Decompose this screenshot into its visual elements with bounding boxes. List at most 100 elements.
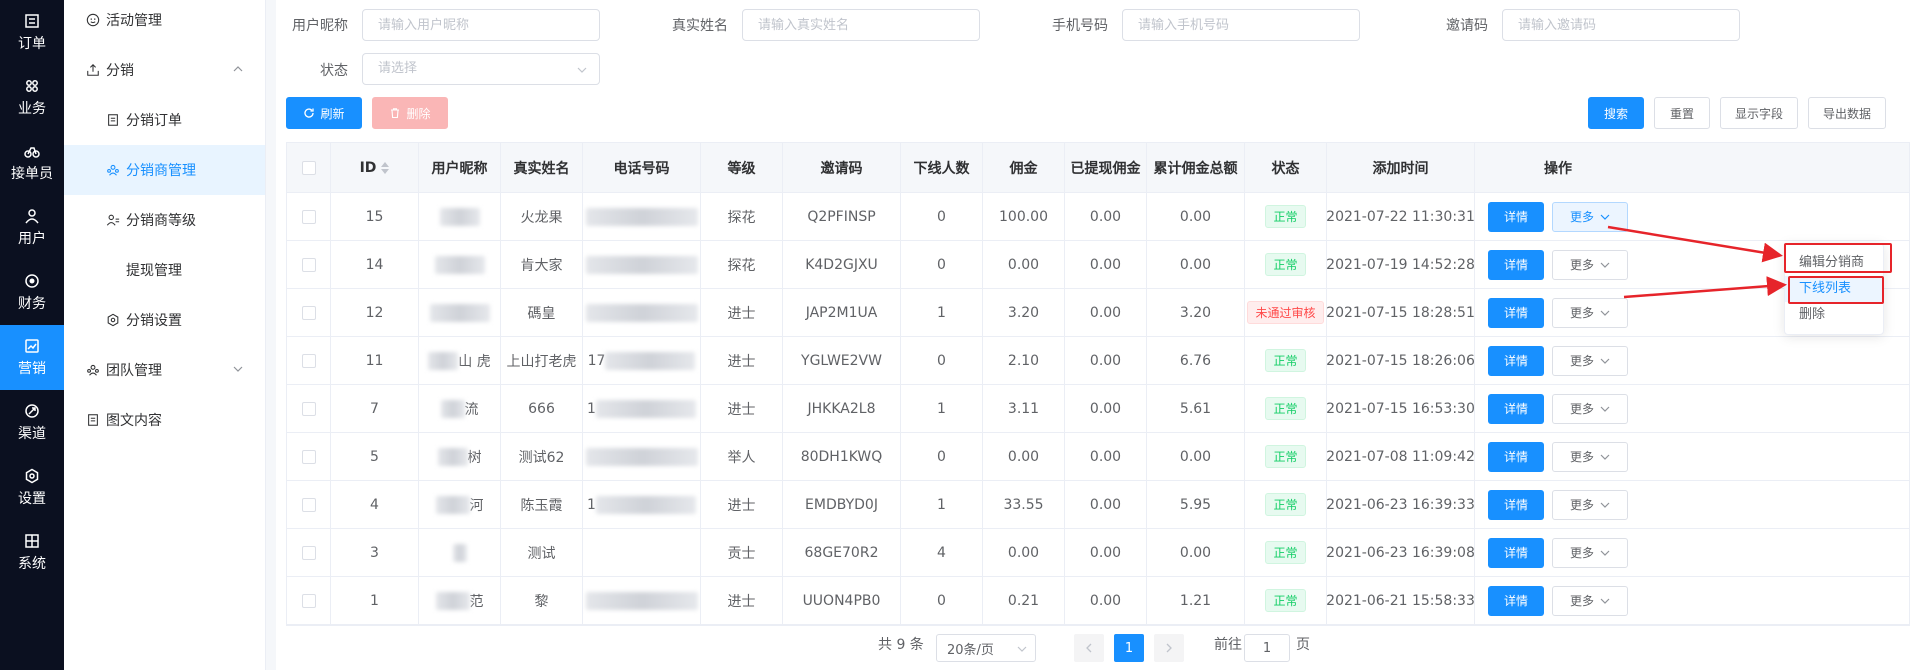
rail-item-settings[interactable]: 设置 (0, 455, 64, 520)
status-select[interactable]: 请选择 (362, 53, 600, 85)
rail-item-label: 用户 (18, 230, 46, 247)
rail-item-bike[interactable]: 接单员 (0, 130, 64, 195)
phone-input[interactable] (1122, 9, 1360, 41)
dropdown-item-delete[interactable]: 删除 (1785, 302, 1883, 328)
table-cell (419, 529, 501, 576)
goto-page-input[interactable] (1244, 634, 1290, 662)
cell-downline-count: 0 (937, 448, 946, 465)
row-checkbox[interactable] (301, 497, 316, 512)
column-header-label: 等级 (727, 160, 756, 177)
status-badge: 未通过审核 (1247, 301, 1324, 324)
user-icon (25, 208, 39, 223)
table-cell: 上山打老虎 (501, 337, 583, 384)
table-cell: 进士 (701, 289, 783, 336)
column-header[interactable]: ID (331, 143, 419, 192)
export-button[interactable]: 导出数据 (1808, 97, 1886, 129)
detail-button[interactable]: 详情 (1488, 345, 1544, 376)
rail-item-business[interactable]: 业务 (0, 65, 64, 130)
detail-button[interactable]: 详情 (1488, 441, 1544, 472)
rail-item-order[interactable]: 订单 (0, 0, 64, 65)
row-checkbox[interactable] (301, 209, 316, 224)
column-header: 邀请码 (783, 143, 901, 192)
bike-icon (24, 146, 40, 158)
table-cell (287, 193, 331, 240)
row-checkbox[interactable] (301, 401, 316, 416)
more-button[interactable]: 更多 (1552, 393, 1628, 424)
more-button[interactable]: 更多 (1552, 537, 1628, 568)
delete-label: 删除 (406, 106, 431, 121)
detail-button[interactable]: 详情 (1488, 201, 1544, 232)
system-icon (25, 533, 39, 548)
sidebar-item-distributor-management[interactable]: 分销商管理 (64, 145, 265, 195)
rail-item-user[interactable]: 用户 (0, 195, 64, 260)
row-checkbox[interactable] (301, 593, 316, 608)
column-header: 状态 (1245, 143, 1327, 192)
table-cell: 陈玉霞 (501, 481, 583, 528)
row-checkbox[interactable] (301, 545, 316, 560)
row-checkbox[interactable] (301, 257, 316, 272)
rail-item-label: 营销 (18, 360, 46, 377)
realname-input[interactable] (742, 9, 980, 41)
search-button[interactable]: 搜索 (1588, 97, 1644, 129)
sidebar-item-distribution-orders[interactable]: 分销订单 (64, 95, 265, 145)
sort-icon[interactable] (381, 161, 390, 174)
sidebar-item-article-content[interactable]: 图文内容 (64, 395, 265, 445)
status-badge: 正常 (1265, 589, 1306, 612)
cell-downline-count: 1 (937, 304, 946, 321)
table-cell: 1.21 (1147, 577, 1245, 624)
sidebar-group-team[interactable]: 团队管理 (64, 345, 265, 395)
table-cell: 4 (331, 481, 419, 528)
cell-level: 贡士 (727, 545, 756, 562)
refresh-button[interactable]: 刷新 (286, 97, 362, 129)
cell-commission: 33.55 (1003, 496, 1044, 513)
row-checkbox[interactable] (301, 449, 316, 464)
more-button[interactable]: 更多 (1552, 345, 1628, 376)
detail-button[interactable]: 详情 (1488, 249, 1544, 280)
detail-button[interactable]: 详情 (1488, 393, 1544, 424)
row-checkbox[interactable] (301, 353, 316, 368)
status-badge: 正常 (1265, 445, 1306, 468)
more-button[interactable]: 更多 (1552, 585, 1628, 616)
page-number-current[interactable]: 1 (1114, 634, 1144, 662)
next-page-button[interactable] (1154, 634, 1184, 662)
column-header-label: 佣金 (1009, 160, 1038, 177)
chevron-down-icon (1600, 550, 1610, 556)
prev-page-button[interactable] (1074, 634, 1104, 662)
rail-item-finance[interactable]: 财务 (0, 260, 64, 325)
detail-button[interactable]: 详情 (1488, 585, 1544, 616)
document-icon (108, 114, 118, 126)
invite-code-input[interactable] (1502, 9, 1740, 41)
delete-button[interactable]: 删除 (372, 97, 448, 129)
more-button[interactable]: 更多 (1552, 489, 1628, 520)
sidebar-item-activity[interactable]: 活动管理 (64, 0, 265, 45)
more-button[interactable]: 更多 (1552, 441, 1628, 472)
nickname-input[interactable] (362, 9, 600, 41)
sidebar-item-distribution-settings[interactable]: 分销设置 (64, 295, 265, 345)
rail-item-channel[interactable]: 渠道 (0, 390, 64, 455)
table-cell: 正常 (1245, 193, 1327, 240)
sidebar-item-withdraw-management[interactable]: 提现管理 (64, 245, 265, 295)
reset-button[interactable]: 重置 (1654, 97, 1710, 129)
select-all-checkbox[interactable] (301, 160, 316, 175)
status-badge: 正常 (1265, 493, 1306, 516)
detail-button[interactable]: 详情 (1488, 537, 1544, 568)
chevron-down-icon (1017, 646, 1027, 652)
header-select-all[interactable] (287, 143, 331, 192)
sub-sidebar: 活动管理 分销 分销订单 分销商管理 分销商等级 提现管理 分销设置 团队管理 … (64, 0, 266, 670)
rail-item-system[interactable]: 系统 (0, 520, 64, 585)
row-checkbox[interactable] (301, 305, 316, 320)
table-cell: 1 (901, 289, 983, 336)
cell-invite-code: 80DH1KWQ (800, 448, 883, 465)
detail-button[interactable]: 详情 (1488, 297, 1544, 328)
nickname-fragment: 山 虎 (458, 353, 491, 370)
column-settings-button[interactable]: 显示字段 (1720, 97, 1798, 129)
blurred-nickname (435, 495, 470, 514)
sidebar-item-distributor-level[interactable]: 分销商等级 (64, 195, 265, 245)
rail-item-label: 订单 (18, 35, 46, 52)
table-cell: 正常 (1245, 577, 1327, 624)
rail-item-marketing[interactable]: 营销 (0, 325, 64, 390)
page-size-select[interactable]: 20条/页 (936, 634, 1036, 662)
main-content: 用户昵称 真实姓名 手机号码 邀请码 状态 请选择 刷新 删除 搜索 重置 显示… (276, 0, 1920, 670)
sidebar-group-distribution[interactable]: 分销 (64, 45, 265, 95)
detail-button[interactable]: 详情 (1488, 489, 1544, 520)
